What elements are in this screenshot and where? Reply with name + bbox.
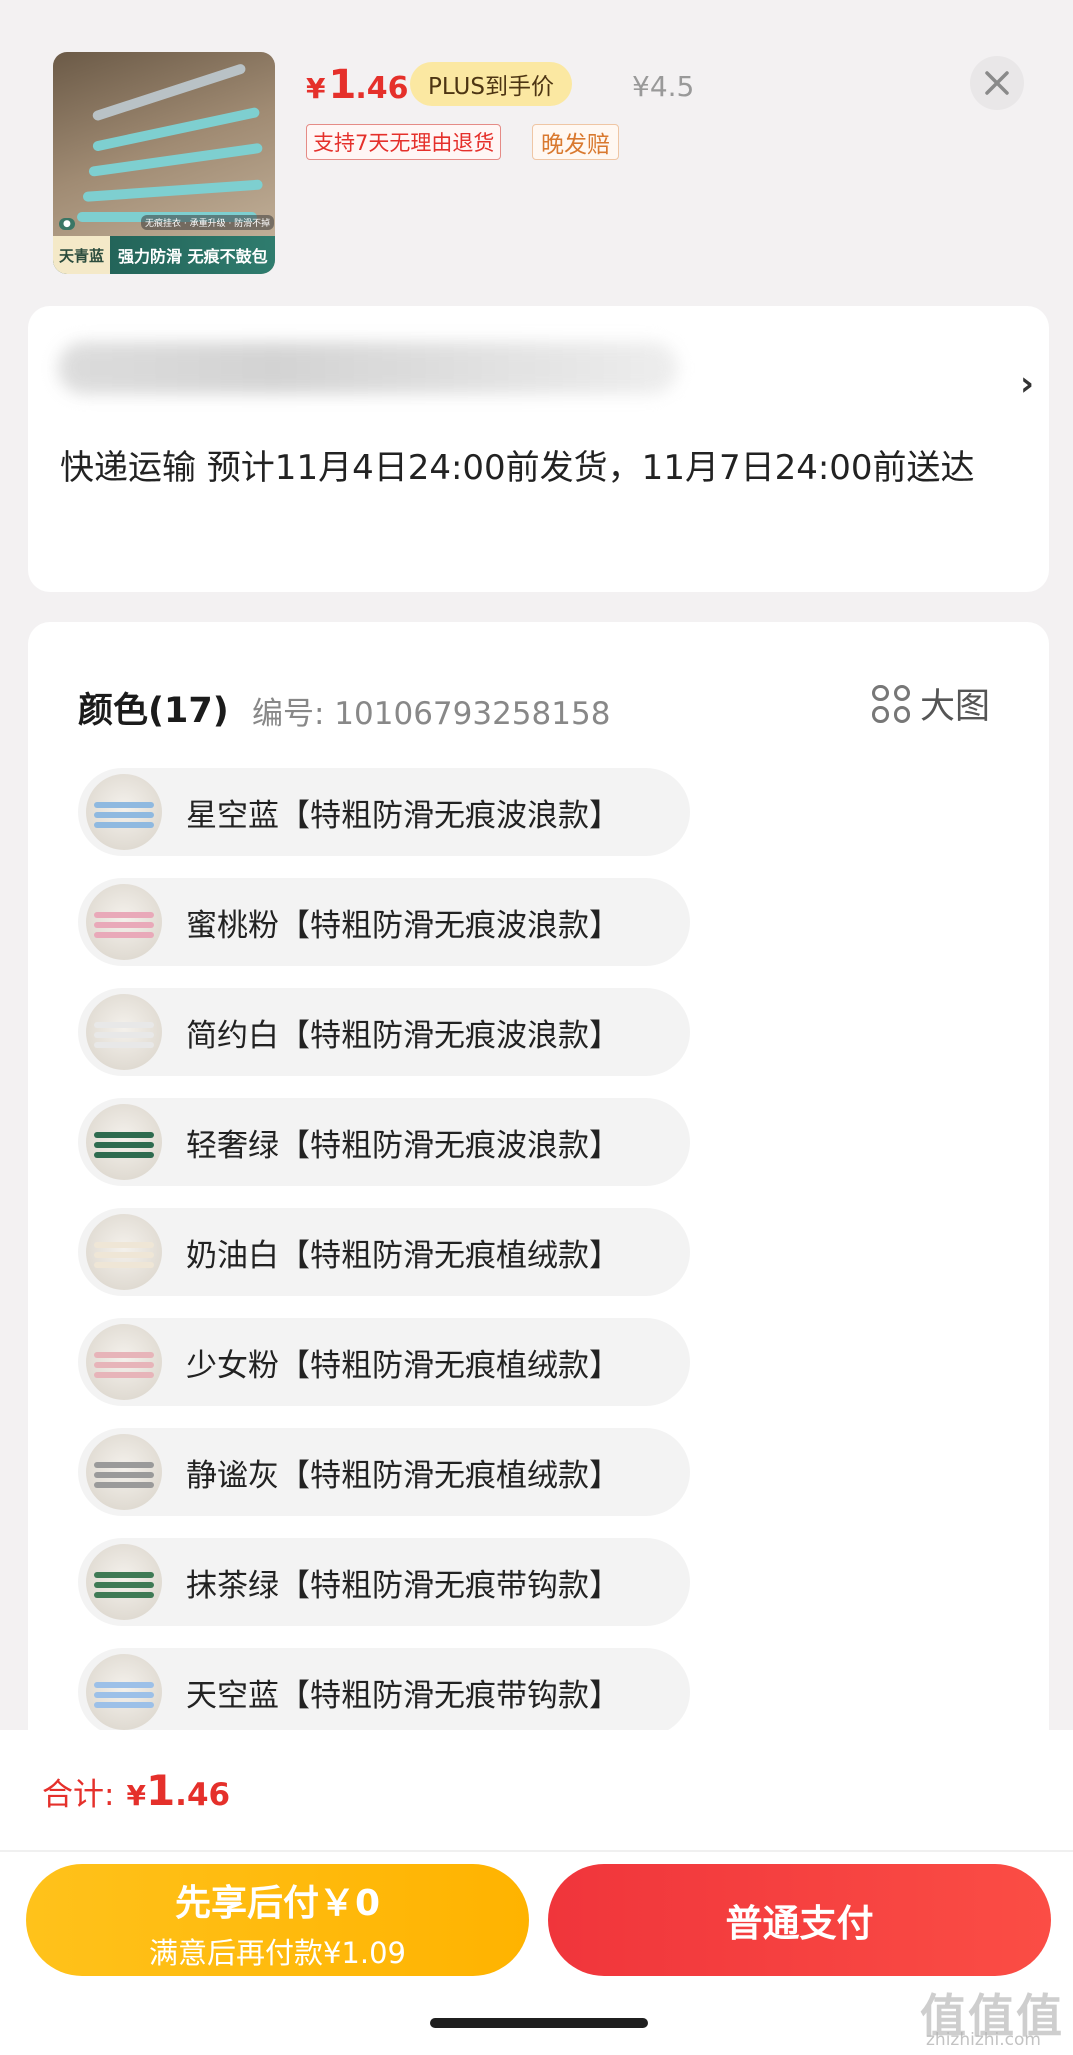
thumb-badge: ● [59, 218, 75, 230]
color-option-label: 简约白【特粗防滑无痕波浪款】 [186, 1017, 620, 1054]
product-price: ¥ 1 .46 [306, 62, 408, 108]
color-option-label: 少女粉【特粗防滑无痕植绒款】 [186, 1347, 620, 1384]
color-swatch-thumbnail [86, 1324, 162, 1400]
address-card[interactable]: › 快递运输 预计11月4日24:00前发货，11月7日24:00前送达 [28, 306, 1049, 592]
total-decimal: .46 [175, 1777, 231, 1813]
price-integer: 1 [328, 62, 356, 108]
color-option[interactable]: 少女粉【特粗防滑无痕植绒款】 [78, 1318, 690, 1406]
checkout-bar: 合计: ¥ 1 .46 先享后付￥0 满意后再付款¥1.09 普通支付 值值值 … [0, 1730, 1073, 2055]
divider [0, 1850, 1073, 1852]
thumb-tag-row: 天青蓝 强力防滑 无痕不鼓包 [53, 236, 275, 274]
return-policy-tag: 支持7天无理由退货 [306, 124, 502, 160]
product-code: 编号: 10106793258158 [252, 696, 611, 732]
color-option-list: 星空蓝【特粗防滑无痕波浪款】 蜜桃粉【特粗防滑无痕波浪款】 简约白【特粗防滑无痕波浪… [78, 768, 690, 1758]
color-swatch-thumbnail [86, 884, 162, 960]
close-icon [985, 71, 1009, 95]
color-swatch-thumbnail [86, 994, 162, 1070]
plus-price-badge: PLUS到手价 [410, 62, 572, 106]
color-option[interactable]: 简约白【特粗防滑无痕波浪款】 [78, 988, 690, 1076]
color-option[interactable]: 奶油白【特粗防滑无痕植绒款】 [78, 1208, 690, 1296]
color-option-label: 蜜桃粉【特粗防滑无痕波浪款】 [186, 907, 620, 944]
color-option-label: 天空蓝【特粗防滑无痕带钩款】 [186, 1677, 620, 1714]
color-swatch-thumbnail [86, 1654, 162, 1730]
color-option[interactable]: 抹茶绿【特粗防滑无痕带钩款】 [78, 1538, 690, 1626]
color-swatch-thumbnail [86, 1214, 162, 1290]
thumb-color-tag: 天青蓝 [53, 236, 111, 274]
chevron-right-icon: › [1020, 364, 1035, 404]
color-swatch-thumbnail [86, 774, 162, 850]
late-delivery-tag: 晚发赔 [532, 124, 619, 160]
color-option-label: 星空蓝【特粗防滑无痕波浪款】 [186, 797, 620, 834]
total-currency: ¥ [126, 1779, 146, 1812]
big-image-toggle[interactable]: 大图 [872, 678, 990, 729]
big-image-label: 大图 [920, 687, 991, 727]
total-integer: 1 [145, 1766, 176, 1815]
pay-later-subtitle: 满意后再付款¥1.09 [148, 1936, 407, 1970]
purchase-sheet: ● 无痕挂衣 · 承重升级 · 防滑不掉 天青蓝 强力防滑 无痕不鼓包 ¥ 1 … [0, 0, 1073, 2055]
color-section-title: 颜色(17) [78, 691, 229, 731]
color-option-label: 静谧灰【特粗防滑无痕植绒款】 [186, 1457, 620, 1494]
color-option-label: 抹茶绿【特粗防滑无痕带钩款】 [186, 1567, 620, 1604]
total-price: 合计: ¥ 1 .46 [42, 1766, 230, 1815]
price-decimal: .46 [355, 71, 409, 106]
original-price: ¥4.5 [632, 70, 695, 103]
color-option-label: 奶油白【特粗防滑无痕植绒款】 [186, 1237, 620, 1274]
color-option[interactable]: 蜜桃粉【特粗防滑无痕波浪款】 [78, 878, 690, 966]
total-label: 合计: [42, 1777, 115, 1813]
grid-icon [872, 684, 910, 723]
normal-pay-button[interactable]: 普通支付 [548, 1864, 1051, 1976]
color-option-label: 轻奢绿【特粗防滑无痕波浪款】 [186, 1127, 620, 1164]
color-option[interactable]: 静谧灰【特粗防滑无痕植绒款】 [78, 1428, 690, 1516]
price-currency: ¥ [306, 72, 326, 105]
color-option[interactable]: 天空蓝【特粗防滑无痕带钩款】 [78, 1648, 690, 1736]
address-blurred [58, 342, 678, 394]
home-indicator[interactable] [430, 2018, 648, 2028]
shipping-estimate: 快递运输 预计11月4日24:00前发货，11月7日24:00前送达 [60, 448, 975, 488]
color-option[interactable]: 轻奢绿【特粗防滑无痕波浪款】 [78, 1098, 690, 1186]
pay-later-title: 先享后付￥0 [174, 1883, 381, 1924]
color-swatch-thumbnail [86, 1104, 162, 1180]
product-thumbnail[interactable]: ● 无痕挂衣 · 承重升级 · 防滑不掉 天青蓝 强力防滑 无痕不鼓包 [53, 52, 275, 274]
color-swatch-thumbnail [86, 1434, 162, 1510]
thumb-slogan: 强力防滑 无痕不鼓包 [118, 247, 268, 266]
color-option[interactable]: 星空蓝【特粗防滑无痕波浪款】 [78, 768, 690, 856]
pay-later-button[interactable]: 先享后付￥0 满意后再付款¥1.09 [26, 1864, 529, 1976]
thumb-features: 无痕挂衣 · 承重升级 · 防滑不掉 [141, 215, 275, 230]
color-swatch-thumbnail [86, 1544, 162, 1620]
watermark-url: zhizhizhi.com [926, 2030, 1041, 2050]
close-button[interactable] [970, 56, 1024, 110]
